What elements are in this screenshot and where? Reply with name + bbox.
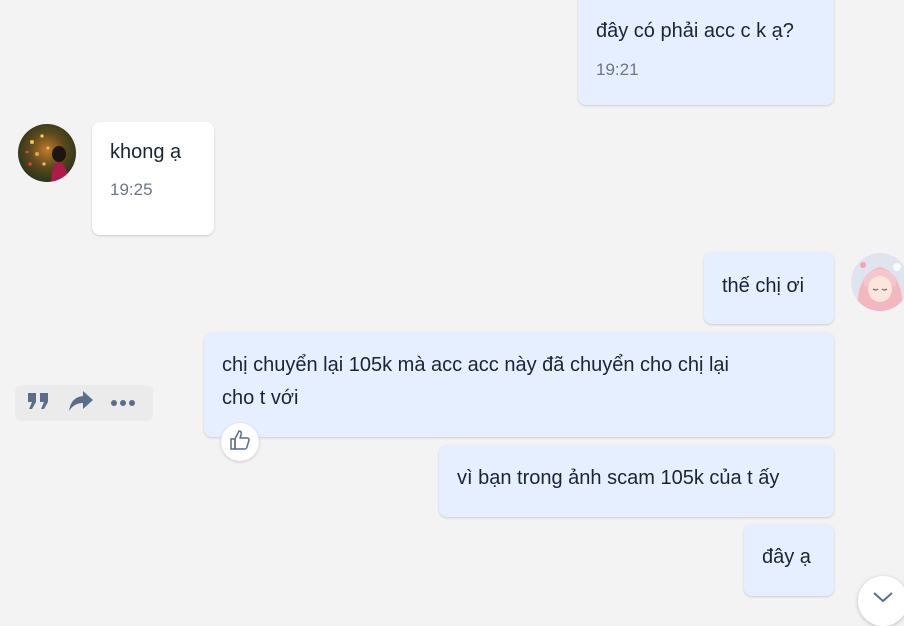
scroll-to-bottom-button[interactable] <box>858 576 904 626</box>
message-time: 19:25 <box>110 180 153 199</box>
chevron-down-icon <box>872 590 894 626</box>
share-button[interactable] <box>67 389 95 417</box>
user-avatar[interactable] <box>851 253 904 311</box>
message-text: đây ạ <box>762 546 811 568</box>
message-text: vì bạn trong ảnh scam 105k của t ấy <box>457 467 780 489</box>
message-actions-toolbar <box>15 385 153 421</box>
message-text: thế chị ơi <box>722 275 805 297</box>
message-time: 19:21 <box>596 60 639 79</box>
message-text: chị chuyển lại 105k mà acc acc này đã ch… <box>222 354 729 409</box>
message-text: đây có phải acc c k ạ? <box>596 20 794 42</box>
contact-avatar[interactable] <box>18 124 76 182</box>
more-options-icon <box>110 394 136 412</box>
message-bubble-outgoing[interactable]: chị chuyển lại 105k mà acc acc này đã ch… <box>204 332 834 437</box>
message-text: khong ạ <box>110 141 182 163</box>
more-options-button[interactable] <box>109 389 137 417</box>
reaction-button[interactable] <box>221 423 259 461</box>
message-bubble-outgoing[interactable]: đây có phải acc c k ạ? 19:21 <box>578 0 834 105</box>
thumbs-up-icon <box>229 429 251 456</box>
share-icon <box>68 390 94 417</box>
message-bubble-incoming[interactable]: khong ạ 19:25 <box>92 122 214 235</box>
message-bubble-outgoing[interactable]: thế chị ơi <box>704 252 834 324</box>
quote-button[interactable] <box>25 389 53 417</box>
quote-icon <box>27 391 51 416</box>
message-bubble-outgoing[interactable]: vì bạn trong ảnh scam 105k của t ấy <box>439 445 834 517</box>
message-bubble-outgoing[interactable]: đây ạ <box>744 524 834 596</box>
